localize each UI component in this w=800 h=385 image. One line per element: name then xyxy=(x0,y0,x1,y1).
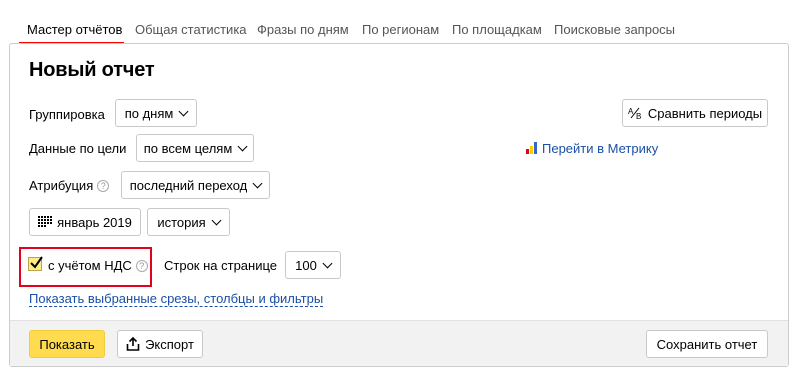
calendar-icon xyxy=(38,216,53,227)
report-tabs: Мастер отчётов Общая статистика Фразы по… xyxy=(0,0,800,44)
attribution-select[interactable]: последний переход xyxy=(121,171,270,199)
tab-search-queries[interactable]: Поисковые запросы xyxy=(554,22,675,37)
save-report-button[interactable]: Сохранить отчет xyxy=(646,330,768,358)
rows-per-page-label: Строк на странице xyxy=(164,258,278,273)
chevron-down-icon xyxy=(322,258,333,268)
compare-periods-icon: A B xyxy=(628,107,641,120)
grouping-select[interactable]: по дням xyxy=(115,99,197,127)
goal-data-label: Данные по цели xyxy=(29,141,127,156)
export-label: Экспорт xyxy=(145,336,194,352)
rows-per-page-value: 100 xyxy=(295,257,317,273)
show-button[interactable]: Показать xyxy=(29,330,105,358)
vat-label: с учётом НДС? xyxy=(48,258,148,273)
metrika-link-label: Перейти в Метрику xyxy=(542,141,659,156)
period-value: январь 2019 xyxy=(57,214,132,230)
page-title: Новый отчет xyxy=(29,59,155,81)
vat-label-text: с учётом НДС xyxy=(48,258,132,273)
grouping-value: по дням xyxy=(124,105,174,121)
attribution-label-text: Атрибуция xyxy=(29,178,94,193)
tab-phrases-by-day[interactable]: Фразы по дням xyxy=(257,22,349,37)
report-builder-panel: Новый отчет Группировка по дням A B Срав… xyxy=(9,43,789,367)
export-icon xyxy=(126,337,140,351)
tab-by-regions[interactable]: По регионам xyxy=(362,22,439,37)
metrika-icon xyxy=(526,142,537,154)
vat-checkbox[interactable] xyxy=(28,256,43,271)
compare-periods-label: Сравнить периоды xyxy=(647,105,763,121)
attribution-value: последний переход xyxy=(129,177,248,193)
export-button[interactable]: Экспорт xyxy=(117,330,203,358)
report-footer: Показать Экспорт Сохранить отчет xyxy=(10,320,788,366)
chevron-down-icon xyxy=(237,141,248,151)
history-select[interactable]: история xyxy=(147,208,230,236)
chevron-down-icon xyxy=(178,106,189,116)
goal-data-select[interactable]: по всем целям xyxy=(136,134,254,162)
rows-per-page-select[interactable]: 100 xyxy=(285,251,341,279)
checkmark-icon xyxy=(30,256,43,269)
tab-by-platforms[interactable]: По площадкам xyxy=(452,22,542,37)
period-picker-button[interactable]: январь 2019 xyxy=(29,208,141,236)
chevron-down-icon xyxy=(252,178,263,188)
grouping-label: Группировка xyxy=(29,107,105,122)
history-value: история xyxy=(157,214,206,230)
chevron-down-icon xyxy=(211,215,222,225)
attribution-label: Атрибуция? xyxy=(29,178,110,193)
tab-general-stats[interactable]: Общая статистика xyxy=(135,22,247,37)
attribution-help-icon[interactable]: ? xyxy=(97,180,110,192)
compare-periods-button[interactable]: A B Сравнить периоды xyxy=(622,99,768,127)
tab-report-master[interactable]: Мастер отчётов xyxy=(27,22,122,37)
metrika-link[interactable]: Перейти в Метрику xyxy=(526,141,658,156)
vat-help-icon[interactable]: ? xyxy=(135,260,148,272)
goal-data-value: по всем целям xyxy=(143,140,233,156)
svg-text:B: B xyxy=(636,112,641,120)
show-selected-filters-link[interactable]: Показать выбранные срезы, столбцы и филь… xyxy=(29,292,324,307)
